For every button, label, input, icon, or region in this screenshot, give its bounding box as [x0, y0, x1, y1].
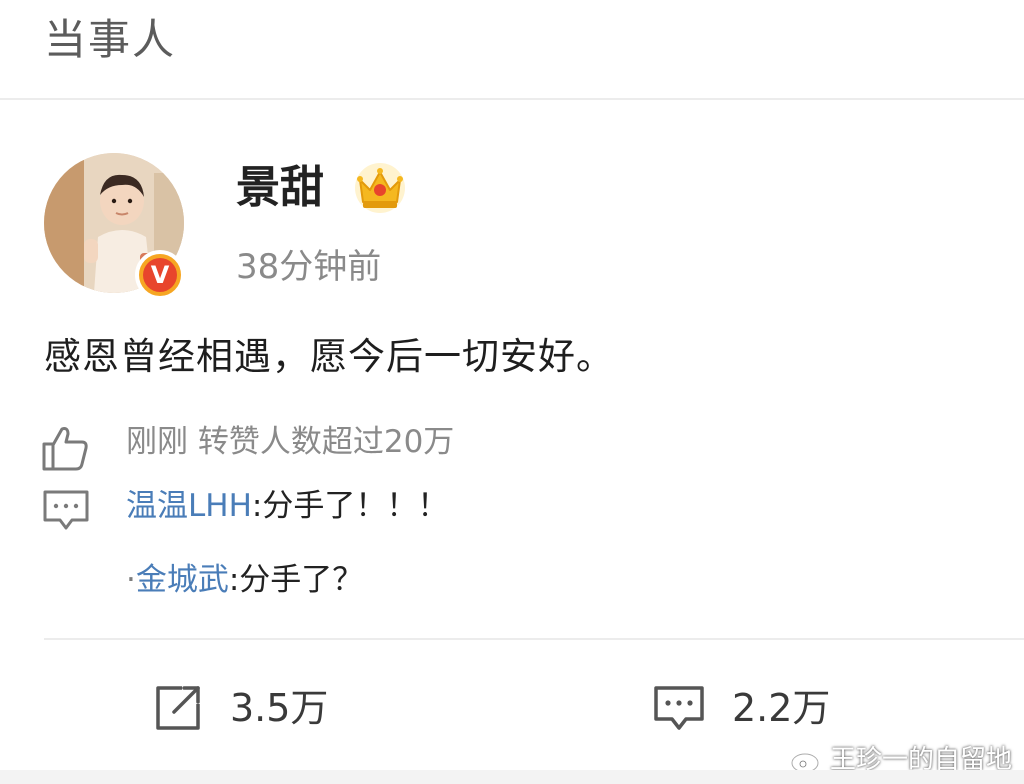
page-header: 当事人: [0, 0, 1024, 100]
comment-text: :分手了！！！: [251, 488, 449, 524]
comment-text: :分手了？: [228, 562, 364, 598]
post-time: 38分钟前: [236, 247, 382, 287]
likes-summary: 刚刚 转赞人数超过20万: [126, 424, 455, 460]
thumbs-up-icon[interactable]: [40, 424, 90, 472]
repost-count: 3.5万: [230, 686, 329, 730]
repost-button[interactable]: 3.5万: [152, 678, 328, 738]
comment-item: ·金城武:分手了？: [126, 556, 363, 604]
comment-bubble-icon[interactable]: [42, 488, 90, 532]
repost-icon: [156, 686, 200, 730]
comment-bullet: ·: [126, 562, 136, 598]
comment-count: 2.2万: [732, 686, 831, 730]
comment-item: 温温LHH:分手了！！！: [126, 482, 448, 530]
bottom-strip: [0, 770, 1024, 784]
comment-bubble-icon: [654, 686, 704, 730]
weibo-post-screen: 当事人 V 景甜 38分钟前 感恩曾经相遇，愿今后一切安好。 刚刚 转赞人数超过…: [0, 0, 1024, 784]
crown-icon: [355, 163, 405, 213]
comment-username[interactable]: 温温LHH: [126, 488, 252, 524]
verified-badge-icon: V: [135, 250, 185, 300]
verified-badge-mark: V: [143, 258, 177, 292]
divider: [44, 638, 1024, 640]
page-title: 当事人: [44, 15, 177, 64]
post-content: 感恩曾经相遇，愿今后一切安好。: [44, 335, 614, 378]
comment-button[interactable]: 2.2万: [652, 678, 830, 738]
post-username[interactable]: 景甜: [236, 158, 324, 218]
comment-username[interactable]: 金城武: [136, 562, 229, 598]
